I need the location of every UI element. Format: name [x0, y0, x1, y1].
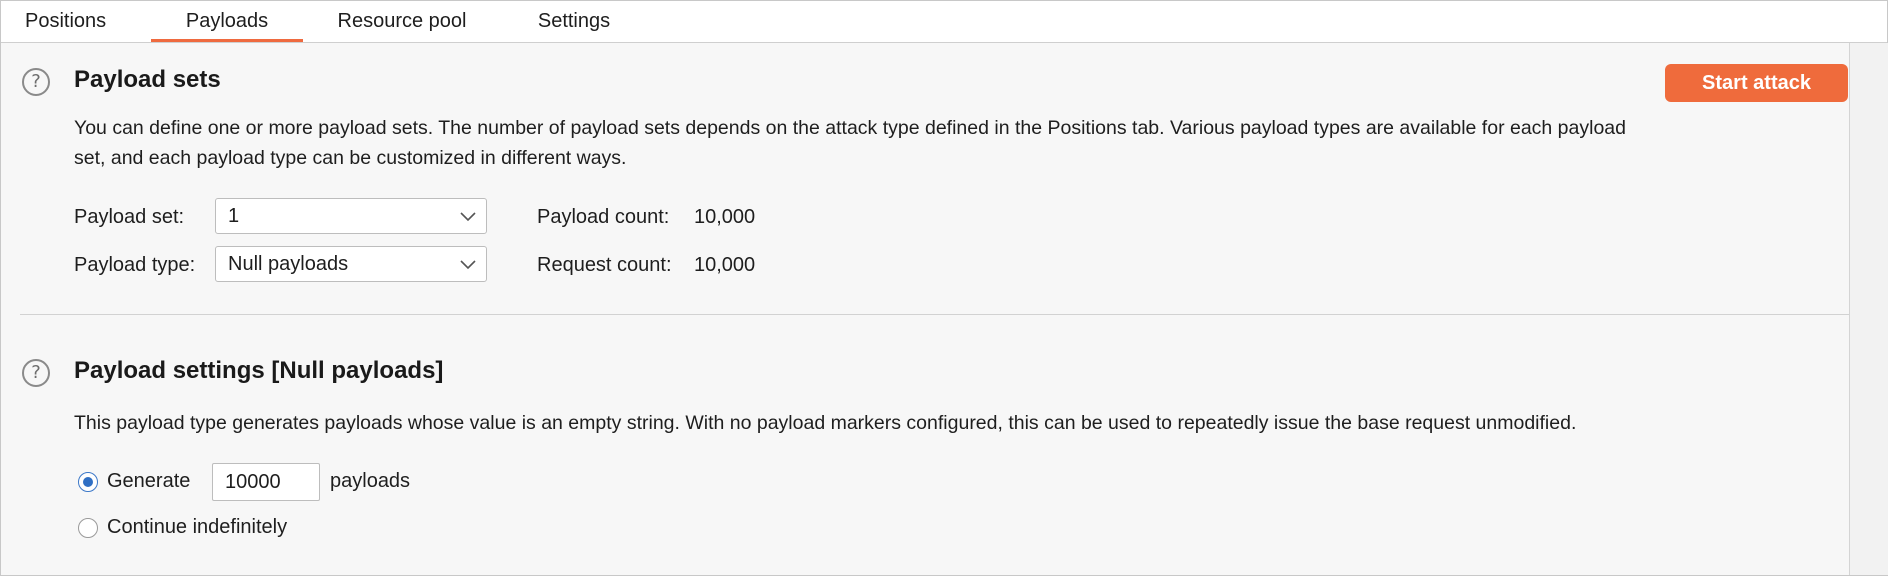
tab-payloads[interactable]: Payloads [151, 1, 303, 42]
help-icon[interactable]: ? [22, 359, 50, 387]
payloads-suffix-label: payloads [330, 470, 411, 492]
request-count-label: Request count: [537, 254, 672, 276]
payload-settings-title: Payload settings [Null payloads] [74, 357, 444, 384]
payload-set-select[interactable]: 1 [215, 198, 487, 234]
payload-type-label: Payload type: [74, 254, 196, 276]
payload-sets-title: Payload sets [74, 66, 221, 93]
vertical-scrollbar[interactable] [1849, 43, 1888, 575]
tab-settings[interactable]: Settings [534, 1, 614, 42]
chevron-down-icon [460, 260, 476, 270]
payload-type-select[interactable]: Null payloads [215, 246, 487, 282]
tab-positions[interactable]: Positions [25, 1, 106, 42]
payload-set-label: Payload set: [74, 206, 185, 228]
payload-count-label: Payload count: [537, 206, 670, 228]
payload-count-value: 10,000 [694, 206, 756, 228]
continue-indefinitely-radio[interactable] [78, 518, 98, 538]
payload-settings-description: This payload type generates payloads who… [74, 412, 1577, 434]
help-icon[interactable]: ? [22, 68, 50, 96]
description-line-1: You can define one or more payload sets.… [74, 117, 1626, 139]
start-attack-button[interactable]: Start attack [1665, 64, 1848, 102]
request-count-value: 10,000 [694, 254, 756, 276]
generate-label: Generate [107, 470, 191, 492]
generate-count-input[interactable] [212, 463, 320, 501]
description-line-2: set, and each payload type can be custom… [74, 147, 627, 169]
generate-radio[interactable] [78, 472, 98, 492]
continue-indefinitely-label: Continue indefinitely [107, 516, 288, 538]
chevron-down-icon [460, 212, 476, 222]
payload-type-value: Null payloads [228, 253, 349, 275]
tab-resource-pool[interactable]: Resource pool [331, 1, 473, 42]
payload-sets-description: You can define one or more payload sets.… [74, 113, 1844, 173]
section-divider [20, 314, 1849, 315]
payload-set-value: 1 [228, 205, 240, 227]
tab-bar: Positions Payloads Resource pool Setting… [1, 1, 1887, 43]
